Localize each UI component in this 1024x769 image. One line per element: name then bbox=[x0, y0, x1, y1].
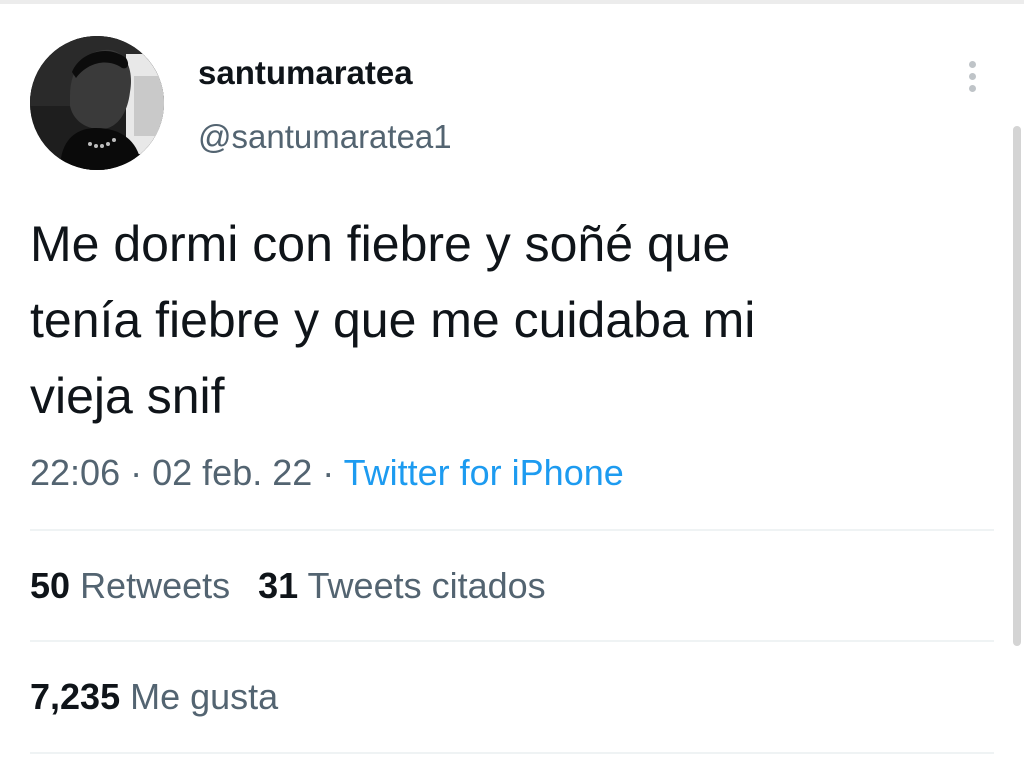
avatar[interactable] bbox=[30, 36, 164, 170]
retweets-count: 50 bbox=[30, 565, 71, 606]
retweets-label: Retweets bbox=[80, 565, 231, 606]
tweet-date[interactable]: 02 feb. 22 bbox=[152, 452, 312, 493]
display-name[interactable]: santumaratea bbox=[198, 53, 413, 93]
top-edge bbox=[0, 0, 1024, 4]
user-handle[interactable]: @santumaratea1 bbox=[198, 117, 452, 157]
divider bbox=[30, 529, 994, 531]
more-vertical-icon-dot bbox=[969, 73, 976, 80]
tweet-source-link[interactable]: Twitter for iPhone bbox=[344, 452, 624, 493]
tweet-text-line: Me dormi con fiebre y soñé que bbox=[30, 216, 731, 272]
more-options-button[interactable] bbox=[958, 56, 988, 96]
quotes-stat[interactable]: 31 Tweets citados bbox=[258, 565, 546, 606]
quotes-count: 31 bbox=[258, 565, 299, 606]
retweets-stat[interactable]: 50 Retweets bbox=[30, 565, 230, 606]
scrollbar[interactable] bbox=[1013, 126, 1021, 646]
likes-count: 7,235 bbox=[30, 676, 121, 717]
likes-stats-row: 7,235 Me gusta bbox=[30, 675, 278, 719]
avatar-photo bbox=[30, 36, 164, 170]
divider bbox=[30, 752, 994, 754]
likes-label: Me gusta bbox=[130, 676, 279, 717]
meta-separator: · bbox=[322, 452, 335, 493]
likes-stat[interactable]: 7,235 Me gusta bbox=[30, 676, 278, 717]
divider bbox=[30, 640, 994, 642]
more-vertical-icon-dot bbox=[969, 85, 976, 92]
meta-separator: · bbox=[130, 452, 143, 493]
tweet-text-line: tenía fiebre y que me cuidaba mi bbox=[30, 292, 756, 348]
more-vertical-icon bbox=[969, 61, 976, 68]
tweet-text-line: vieja snif bbox=[30, 368, 225, 424]
retweet-stats-row: 50 Retweets 31 Tweets citados bbox=[30, 564, 546, 608]
tweet-meta: 22:06 · 02 feb. 22 · Twitter for iPhone bbox=[30, 451, 624, 495]
tweet-text: Me dormi con fiebre y soñé que tenía fie… bbox=[30, 206, 980, 434]
tweet-time[interactable]: 22:06 bbox=[30, 452, 120, 493]
quotes-label: Tweets citados bbox=[307, 565, 546, 606]
